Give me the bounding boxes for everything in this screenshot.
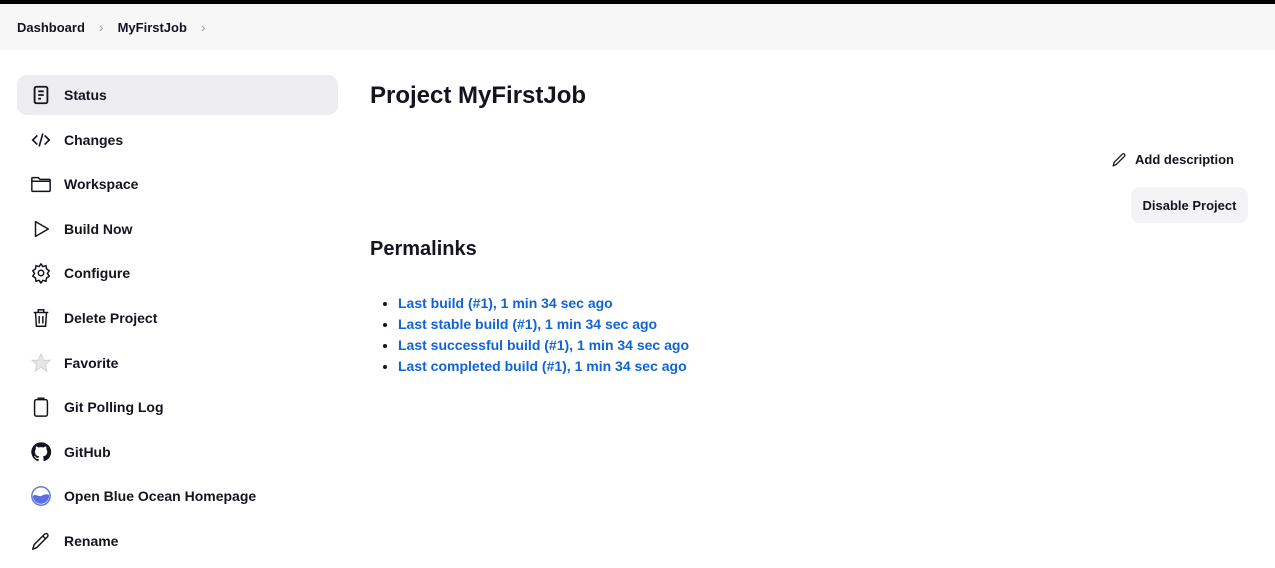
- sidebar-item-changes[interactable]: Changes: [17, 120, 338, 160]
- sidebar-item-label: Workspace: [64, 176, 139, 193]
- sidebar: Status Changes Workspace Build Now Confi…: [17, 75, 338, 566]
- breadcrumb-myfirstjob[interactable]: MyFirstJob: [118, 20, 187, 35]
- sidebar-item-open-blue-ocean[interactable]: Open Blue Ocean Homepage: [17, 476, 338, 516]
- sidebar-item-label: Open Blue Ocean Homepage: [64, 488, 257, 505]
- breadcrumb-dashboard[interactable]: Dashboard: [17, 20, 85, 35]
- clipboard-icon: [33, 397, 49, 418]
- sidebar-item-label: Configure: [64, 265, 131, 282]
- permalinks-heading: Permalinks: [370, 238, 477, 260]
- permalink-last-stable-build[interactable]: Last stable build (#1), 1 min 34 sec ago: [398, 316, 657, 332]
- trash-icon: [33, 308, 49, 327]
- github-icon: [31, 442, 52, 462]
- pencil-icon: [1112, 153, 1126, 167]
- sidebar-item-workspace[interactable]: Workspace: [17, 164, 338, 204]
- chevron-right-icon[interactable]: ›: [201, 19, 206, 35]
- breadcrumb: Dashboard › MyFirstJob ›: [0, 4, 1275, 50]
- list-item: Last build (#1), 1 min 34 sec ago: [398, 293, 689, 314]
- sidebar-item-label: Build Now: [64, 220, 133, 237]
- play-icon: [34, 220, 50, 237]
- sidebar-item-label: Changes: [64, 131, 124, 148]
- sidebar-item-label: GitHub: [64, 443, 111, 460]
- pencil-icon: [32, 532, 49, 550]
- add-description-label: Add description: [1135, 152, 1234, 167]
- sidebar-item-rename[interactable]: Rename: [17, 521, 338, 561]
- sidebar-item-github[interactable]: GitHub: [17, 432, 338, 472]
- chevron-right-icon[interactable]: ›: [99, 19, 104, 35]
- sidebar-item-git-polling-log[interactable]: Git Polling Log: [17, 387, 338, 427]
- sidebar-item-label: Favorite: [64, 354, 119, 371]
- sidebar-item-favorite[interactable]: Favorite: [17, 343, 338, 383]
- list-item: Last successful build (#1), 1 min 34 sec…: [398, 335, 689, 356]
- list-item: Last stable build (#1), 1 min 34 sec ago: [398, 314, 689, 335]
- sidebar-item-status[interactable]: Status: [17, 75, 338, 115]
- blue-ocean-icon: [31, 486, 51, 507]
- disable-project-button[interactable]: Disable Project: [1131, 187, 1248, 223]
- code-icon: [31, 132, 51, 147]
- star-icon: [30, 352, 52, 372]
- sidebar-item-build-now[interactable]: Build Now: [17, 209, 338, 249]
- sidebar-item-label: Rename: [64, 532, 119, 549]
- permalink-last-successful-build[interactable]: Last successful build (#1), 1 min 34 sec…: [398, 337, 689, 353]
- sidebar-item-configure[interactable]: Configure: [17, 253, 338, 293]
- permalinks-list: Last build (#1), 1 min 34 sec ago Last s…: [398, 293, 689, 377]
- permalink-last-completed-build[interactable]: Last completed build (#1), 1 min 34 sec …: [398, 358, 687, 374]
- sidebar-item-label: Status: [64, 87, 107, 103]
- sidebar-item-label: Delete Project: [64, 309, 158, 326]
- folder-icon: [31, 177, 51, 193]
- list-item: Last completed build (#1), 1 min 34 sec …: [398, 356, 689, 377]
- gear-icon: [32, 263, 50, 285]
- sidebar-item-delete-project[interactable]: Delete Project: [17, 298, 338, 338]
- page-title: Project MyFirstJob: [370, 82, 587, 109]
- main-content: Project MyFirstJob Permalinks Last build…: [370, 80, 689, 374]
- add-description-link[interactable]: Add description: [1111, 151, 1234, 168]
- permalink-last-build[interactable]: Last build (#1), 1 min 34 sec ago: [398, 295, 613, 311]
- sidebar-item-label: Git Polling Log: [64, 399, 164, 416]
- document-icon: [33, 85, 49, 105]
